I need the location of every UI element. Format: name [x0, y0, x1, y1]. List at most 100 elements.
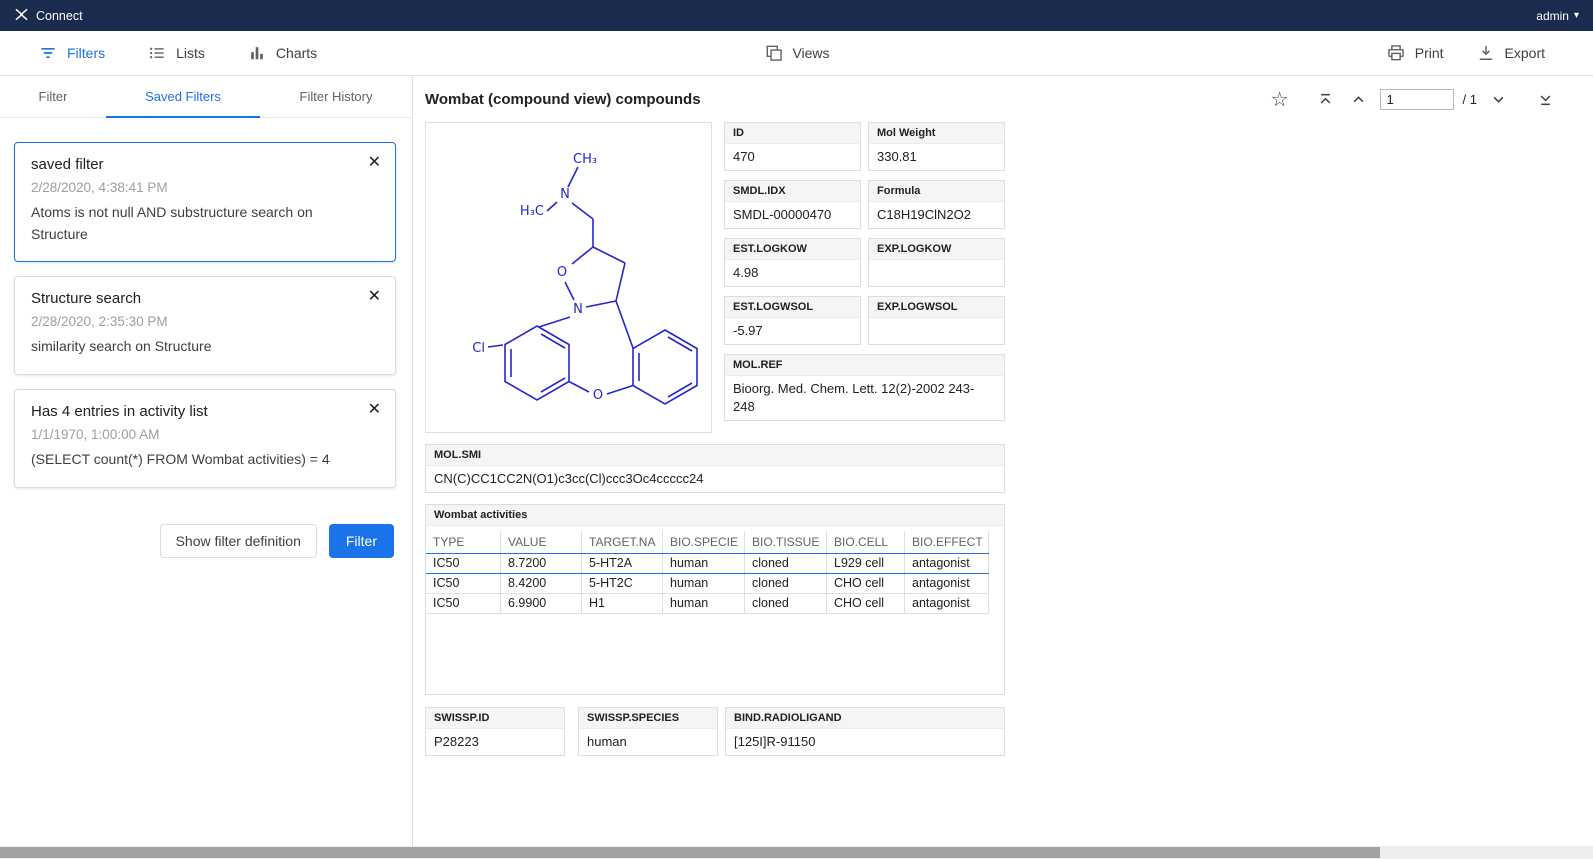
column-header[interactable]: BIO.SPECIE — [663, 531, 745, 553]
table-cell: 8.4200 — [501, 574, 582, 593]
horizontal-scrollbar[interactable] — [0, 846, 1593, 859]
last-record-icon — [1535, 89, 1556, 110]
favorite-star-icon[interactable]: ☆ — [1271, 87, 1289, 112]
compound-fields: ID 470 Mol Weight 330.81 SMDL.IDX SMDL-0… — [724, 122, 1005, 433]
close-icon[interactable]: ✕ — [368, 289, 381, 305]
column-header[interactable]: BIO.EFFECT — [905, 531, 989, 553]
sidebar-tabs: Filter Saved Filters Filter History — [0, 76, 412, 118]
compound-top-row: CH₃ N H₃C O N O Cl ID — [425, 122, 1593, 433]
tab-filter[interactable]: Filter — [0, 76, 106, 117]
lists-label: Lists — [176, 45, 205, 61]
saved-filter-timestamp: 2/28/2020, 2:35:30 PM — [31, 314, 361, 329]
filters-sidebar: Filter Saved Filters Filter History ✕ sa… — [0, 76, 413, 859]
field-value: SMDL-00000470 — [725, 202, 860, 228]
table-cell: 6.9900 — [501, 594, 582, 613]
column-header[interactable]: TARGET.NA — [582, 531, 663, 553]
field-formula: Formula C18H19ClN2O2 — [868, 180, 1005, 229]
app-brand[interactable]: Connect — [14, 7, 83, 25]
activities-table: TYPE VALUE TARGET.NA BIO.SPECIE BIO.TISS… — [426, 526, 1004, 694]
next-record-button[interactable] — [1486, 87, 1510, 111]
field-exp-logwsol: EXP.LOGWSOL — [868, 296, 1005, 345]
field-exp-logkow: EXP.LOGKOW — [868, 238, 1005, 287]
tab-saved-filters[interactable]: Saved Filters — [106, 76, 260, 117]
close-icon[interactable]: ✕ — [368, 402, 381, 418]
list-icon — [147, 43, 167, 63]
charts-button[interactable]: Charts — [247, 43, 317, 63]
table-row[interactable]: IC50 8.4200 5-HT2C human cloned CHO cell… — [426, 574, 989, 594]
saved-filter-card[interactable]: ✕ saved filter 2/28/2020, 4:38:41 PM Ato… — [14, 142, 396, 262]
saved-filters-list: ✕ saved filter 2/28/2020, 4:38:41 PM Ato… — [0, 118, 412, 859]
saved-filter-card[interactable]: ✕ Structure search 2/28/2020, 2:35:30 PM… — [14, 276, 396, 375]
previous-record-button[interactable] — [1347, 87, 1371, 111]
column-header[interactable]: VALUE — [501, 531, 582, 553]
table-cell: L929 cell — [827, 554, 905, 573]
views-label: Views — [792, 45, 829, 61]
user-menu[interactable]: admin ▾ — [1536, 9, 1579, 23]
table-cell: IC50 — [426, 554, 501, 573]
field-label: EST.LOGWSOL — [725, 297, 860, 318]
atom-label-o-bridge: O — [593, 388, 603, 403]
page-total-label: / 1 — [1463, 92, 1477, 107]
table-cell: CHO cell — [827, 594, 905, 613]
column-header[interactable]: BIO.TISSUE — [745, 531, 827, 553]
field-value: Bioorg. Med. Chem. Lett. 12(2)-2002 243-… — [725, 376, 1004, 420]
saved-filter-timestamp: 1/1/1970, 1:00:00 AM — [31, 427, 361, 442]
field-value: 4.98 — [725, 260, 860, 286]
saved-filter-timestamp: 2/28/2020, 4:38:41 PM — [31, 180, 361, 195]
scrollbar-thumb[interactable] — [0, 847, 1380, 858]
filter-button[interactable]: Filter — [329, 524, 394, 558]
lists-button[interactable]: Lists — [147, 43, 205, 63]
column-header[interactable]: TYPE — [426, 531, 501, 553]
views-icon — [763, 43, 783, 63]
views-button[interactable]: Views — [763, 43, 829, 63]
field-value: P28223 — [426, 729, 564, 755]
saved-filter-description: (SELECT count(*) FROM Wombat activities)… — [31, 449, 361, 471]
atom-label-h3c: H₃C — [520, 204, 544, 219]
field-value: C18H19ClN2O2 — [869, 202, 1004, 228]
field-mol-ref: MOL.REF Bioorg. Med. Chem. Lett. 12(2)-2… — [724, 354, 1005, 421]
show-filter-definition-button[interactable]: Show filter definition — [160, 524, 317, 558]
table-row[interactable]: IC50 6.9900 H1 human cloned CHO cell ant… — [426, 594, 989, 614]
field-bind-radioligand: BIND.RADIOLIGAND [125I]R-91150 — [725, 707, 1005, 756]
table-cell: CHO cell — [827, 574, 905, 593]
field-value: 470 — [725, 144, 860, 170]
field-value: human — [579, 729, 717, 755]
saved-filter-title: Has 4 entries in activity list — [31, 403, 361, 420]
filters-button[interactable]: Filters — [38, 43, 105, 63]
table-cell: antagonist — [905, 594, 989, 613]
close-icon[interactable]: ✕ — [368, 155, 381, 171]
app-body: Filter Saved Filters Filter History ✕ sa… — [0, 76, 1593, 859]
printer-icon — [1386, 43, 1406, 63]
column-header[interactable]: BIO.CELL — [827, 531, 905, 553]
field-swissp-species: SWISSP.SPECIES human — [578, 707, 718, 756]
export-button[interactable]: Export — [1476, 43, 1545, 63]
table-cell: IC50 — [426, 594, 501, 613]
app-logo-icon — [14, 7, 29, 25]
print-button[interactable]: Print — [1386, 43, 1444, 63]
saved-filter-title: Structure search — [31, 290, 361, 307]
tab-filter-history[interactable]: Filter History — [260, 76, 412, 117]
field-value: 330.81 — [869, 144, 1004, 170]
saved-filter-title: saved filter — [31, 156, 361, 173]
toolbar-right-group: Print Export — [1386, 43, 1545, 63]
tab-filter-history-label: Filter History — [300, 89, 373, 104]
saved-filter-card[interactable]: ✕ Has 4 entries in activity list 1/1/197… — [14, 389, 396, 488]
tab-filter-label: Filter — [39, 89, 68, 104]
app-name: Connect — [36, 9, 83, 23]
molecule-structure: CH₃ N H₃C O N O Cl — [426, 123, 711, 432]
field-value — [869, 260, 1004, 286]
page-number-input[interactable] — [1380, 89, 1454, 110]
field-mol-weight: Mol Weight 330.81 — [868, 122, 1005, 171]
last-record-button[interactable] — [1533, 87, 1557, 111]
table-cell: antagonist — [905, 554, 989, 573]
field-est-logkow: EST.LOGKOW 4.98 — [724, 238, 861, 287]
atom-label-cl: Cl — [472, 341, 485, 356]
table-cell: antagonist — [905, 574, 989, 593]
table-cell: IC50 — [426, 574, 501, 593]
field-smdl-idx: SMDL.IDX SMDL-00000470 — [724, 180, 861, 229]
table-row[interactable]: IC50 8.7200 5-HT2A human cloned L929 cel… — [426, 554, 989, 574]
structure-viewer[interactable]: CH₃ N H₃C O N O Cl — [425, 122, 712, 433]
field-label: MOL.REF — [725, 355, 1004, 376]
first-record-button[interactable] — [1314, 87, 1338, 111]
caret-down-icon: ▾ — [1574, 10, 1579, 21]
